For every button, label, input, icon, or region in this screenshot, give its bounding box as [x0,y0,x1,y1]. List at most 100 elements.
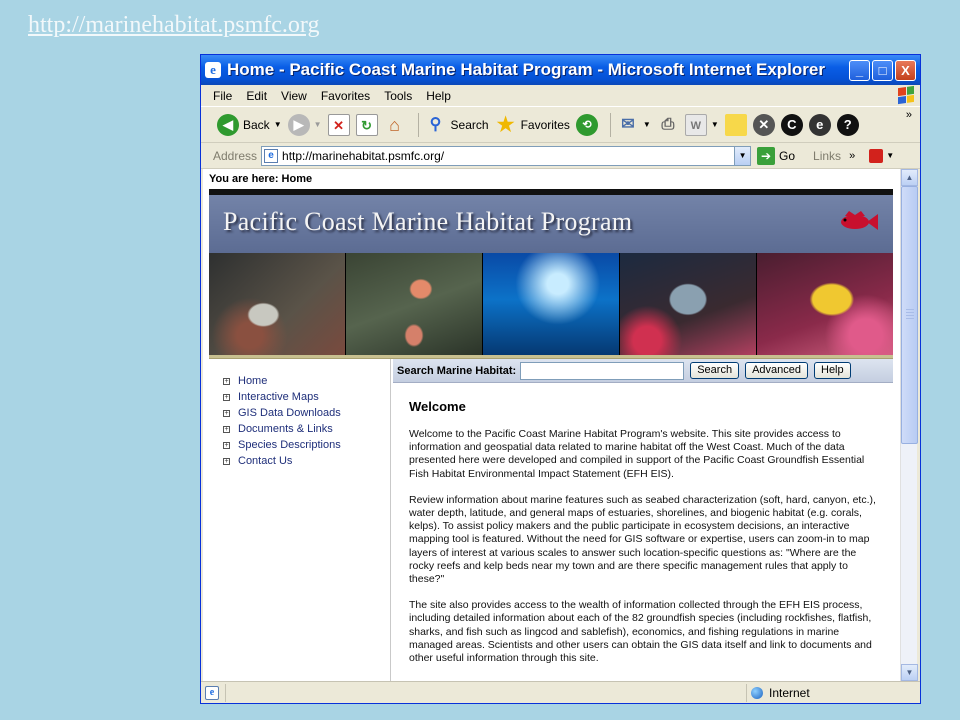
forward-dropdown-icon[interactable]: ▼ [314,120,322,129]
slide-url-link[interactable]: http://marinehabitat.psmfc.org [28,12,320,39]
address-dropdown-icon[interactable]: ▼ [734,146,751,165]
bullet-icon: + [223,377,230,385]
search-button[interactable]: ⚲ Search [425,114,489,136]
menu-favorites[interactable]: Favorites [321,89,370,103]
history-icon: ⟲ [575,113,598,136]
maximize-button[interactable]: □ [872,59,893,81]
security-zone[interactable]: Internet [746,683,906,702]
pdf-dropdown-icon[interactable]: ▼ [886,151,894,160]
nav-label[interactable]: Contact Us [238,455,292,467]
edit-dropdown-icon[interactable]: ▼ [711,120,719,129]
home-icon: ⌂ [389,114,400,135]
kelp-greenling-photo [620,253,757,356]
menu-file[interactable]: File [213,89,232,103]
nav-label[interactable]: Interactive Maps [238,391,319,403]
menu-help[interactable]: Help [426,89,451,103]
back-button[interactable]: ◀ Back ▼ [217,113,282,136]
addon-button-4[interactable]: ? [836,113,859,136]
toolbar-chevron-icon[interactable]: » [906,109,912,121]
bullet-icon: + [223,441,230,449]
menu-view[interactable]: View [281,89,307,103]
favorites-button[interactable]: ★ Favorites [495,114,570,136]
status-bar: e Internet [201,681,920,703]
forward-button[interactable]: ▶ ▼ [287,113,322,136]
mail-dropdown-icon[interactable]: ▼ [643,120,651,129]
refresh-button[interactable]: ↻ [355,113,378,136]
go-button[interactable]: ➔ Go [757,146,795,165]
resize-grip-icon[interactable] [906,684,920,702]
scroll-grip-icon [906,309,914,319]
nav-label[interactable]: Home [238,375,267,387]
adobe-pdf-button[interactable]: ▼ [869,148,894,163]
rockfish-logo-icon [841,211,878,230]
site-search-input[interactable] [520,361,685,380]
star-icon: ★ [496,113,515,136]
globe-icon [751,686,763,699]
status-panes [225,683,746,702]
bullet-icon: + [223,457,230,465]
banner-header: Pacific Coast Marine Habitat Program [209,195,893,253]
page-icon: e [264,148,279,163]
bullet-icon: + [223,425,230,433]
nav-item-gis-data-downloads[interactable]: + GIS Data Downloads [223,405,390,421]
page-done-icon: e [205,685,219,700]
stop-button[interactable]: ✕ [327,113,350,136]
print-button[interactable]: ⎙ [657,114,679,136]
favorites-label: Favorites [520,117,570,132]
scroll-up-button[interactable]: ▲ [901,169,918,186]
nav-item-contact-us[interactable]: + Contact Us [223,453,390,469]
addon-button-2[interactable]: C [780,113,803,136]
minimize-button[interactable]: _ [849,59,870,81]
nav-label[interactable]: Species Descriptions [238,439,341,451]
intro-paragraph: Welcome to the Pacific Coast Marine Habi… [409,428,865,480]
banner-title: Pacific Coast Marine Habitat Program [223,207,633,236]
print-icon: ⎙ [661,115,675,133]
title-bar[interactable]: e Home - Pacific Coast Marine Habitat Pr… [201,55,920,85]
bullet-icon: + [223,393,230,401]
nav-item-home[interactable]: + Home [223,373,390,389]
pdf-icon [869,148,884,163]
notes-button[interactable] [724,113,747,136]
breadcrumb: You are here: Home [209,173,313,185]
nav-item-species-descriptions[interactable]: + Species Descriptions [223,437,390,453]
banner-photo-strip [209,253,893,357]
close-button[interactable]: X [895,59,916,81]
standard-toolbar: ◀ Back ▼ ▶ ▼ ✕ ↻ ⌂ ⚲ Search ★ Favorites … [201,107,920,143]
address-input[interactable]: e http://marinehabitat.psmfc.org/ ▼ [261,145,752,166]
menu-tools[interactable]: Tools [384,89,412,103]
links-label[interactable]: Links [813,149,841,163]
edit-button[interactable]: W ▼ [684,113,719,136]
menu-edit[interactable]: Edit [246,89,267,103]
main-content: Welcome Welcome to the Pacific Coast Mar… [393,383,893,681]
note-icon [724,113,747,136]
scroll-thumb[interactable] [901,186,918,444]
mail-button[interactable]: ✉ ▼ [617,114,651,136]
media-button[interactable]: ⟲ [575,113,598,136]
addon-button-3[interactable]: e [808,113,831,136]
search-label: Search [450,117,489,132]
lingcod-photo [209,253,346,356]
zone-label: Internet [769,685,810,700]
nav-item-documents-links[interactable]: + Documents & Links [223,421,390,437]
features-paragraph: Review information about marine features… [409,493,876,586]
site-banner: Pacific Coast Marine Habitat Program [209,189,893,357]
mail-icon: ✉ [621,115,635,133]
vertical-scrollbar[interactable]: ▲ ▼ [900,169,918,681]
home-button[interactable]: ⌂ [384,114,406,136]
back-dropdown-icon[interactable]: ▼ [274,120,282,129]
nav-label[interactable]: Documents & Links [238,423,333,435]
menu-bar: File Edit View Favorites Tools Help [201,85,920,107]
yellow-fish-photo [757,253,893,356]
address-url[interactable]: http://marinehabitat.psmfc.org/ [282,149,734,163]
site-search-button[interactable]: Search [690,362,740,379]
nav-item-interactive-maps[interactable]: + Interactive Maps [223,389,390,405]
addon-button-1[interactable]: ✕ [752,113,775,136]
efh-eis-paragraph: The site also provides access to the wea… [409,599,872,665]
help-button[interactable]: Help [814,362,851,379]
scroll-down-button[interactable]: ▼ [901,664,918,681]
stop-icon: ✕ [327,113,350,136]
links-chevron-icon[interactable]: » [849,150,855,162]
word-edit-icon: W [684,113,707,136]
advanced-search-button[interactable]: Advanced [745,362,808,379]
nav-label[interactable]: GIS Data Downloads [238,407,341,419]
